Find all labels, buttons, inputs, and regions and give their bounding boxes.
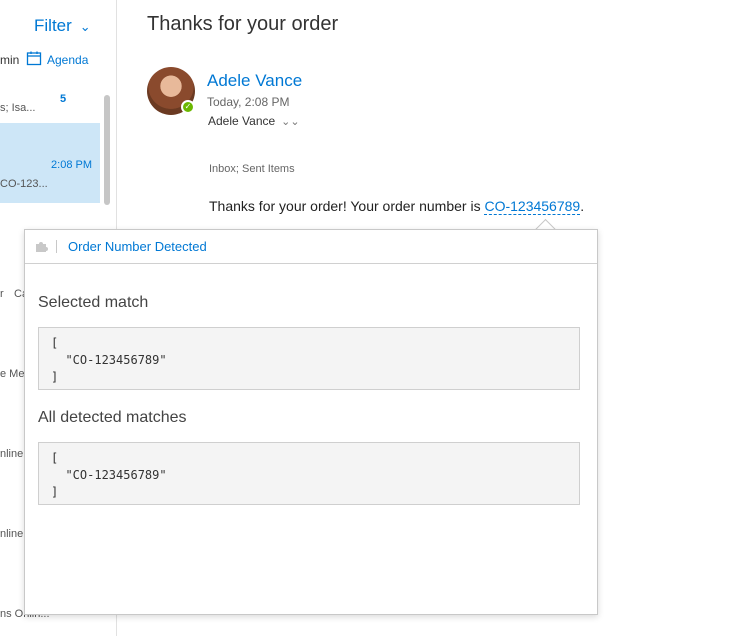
message-snippet: CO-123...: [0, 178, 48, 190]
double-chevron-down-icon[interactable]: ⌄⌄: [281, 116, 299, 128]
presence-available-icon: ✓: [181, 100, 195, 114]
unread-count: 5: [60, 93, 67, 105]
header-divider: [56, 240, 57, 253]
recipient-line: Adele Vance ⌄⌄: [208, 114, 300, 128]
list-fragment: e Me: [0, 368, 25, 380]
code-line: "CO-123456789": [51, 468, 167, 482]
code-line: ]: [51, 370, 59, 384]
list-fragment: nline: [0, 528, 24, 540]
message-list-item[interactable]: 5 s; Isa...: [0, 78, 100, 120]
message-list-item-selected[interactable]: 2:08 PM CO-123...: [0, 123, 100, 203]
filter-label: Filter: [34, 16, 72, 35]
sent-time: Today, 2:08 PM: [207, 95, 290, 109]
message-time: 2:08 PM: [51, 159, 92, 171]
folder-list: Inbox; Sent Items: [209, 163, 295, 175]
all-matches-label: All detected matches: [38, 409, 187, 426]
code-line: "CO-123456789": [51, 353, 167, 367]
body-suffix: .: [580, 198, 585, 214]
contextual-addin-callout: Order Number Detected Selected match [ "…: [24, 229, 598, 615]
sender-name[interactable]: Adele Vance: [207, 71, 302, 91]
code-line: [: [51, 336, 59, 350]
body-prefix: Thanks for your order! Your order number…: [209, 198, 485, 214]
message-snippet: s; Isa...: [0, 102, 36, 114]
order-number-link[interactable]: CO-123456789: [484, 198, 581, 215]
message-body: Thanks for your order! Your order number…: [209, 198, 585, 215]
code-line: [: [51, 451, 59, 465]
list-fragment: r: [0, 288, 4, 300]
recipient-name[interactable]: Adele Vance: [208, 114, 275, 128]
all-matches-code: [ "CO-123456789" ]: [38, 442, 580, 505]
filter-button[interactable]: Filter ⌄: [34, 16, 91, 36]
message-subject: Thanks for your order: [147, 13, 339, 35]
view-prefix-text: min: [0, 53, 20, 67]
callout-title: Order Number Detected: [68, 239, 207, 254]
list-scrollbar[interactable]: [104, 95, 110, 205]
puzzle-icon: [34, 239, 48, 252]
selected-match-label: Selected match: [38, 294, 149, 311]
chevron-down-icon: ⌄: [79, 19, 91, 34]
selected-match-code: [ "CO-123456789" ]: [38, 327, 580, 390]
callout-header: Order Number Detected: [25, 230, 597, 264]
calendar-icon[interactable]: [26, 50, 42, 69]
agenda-button[interactable]: Agenda: [47, 53, 88, 67]
list-fragment: nline: [0, 448, 24, 460]
code-line: ]: [51, 485, 59, 499]
